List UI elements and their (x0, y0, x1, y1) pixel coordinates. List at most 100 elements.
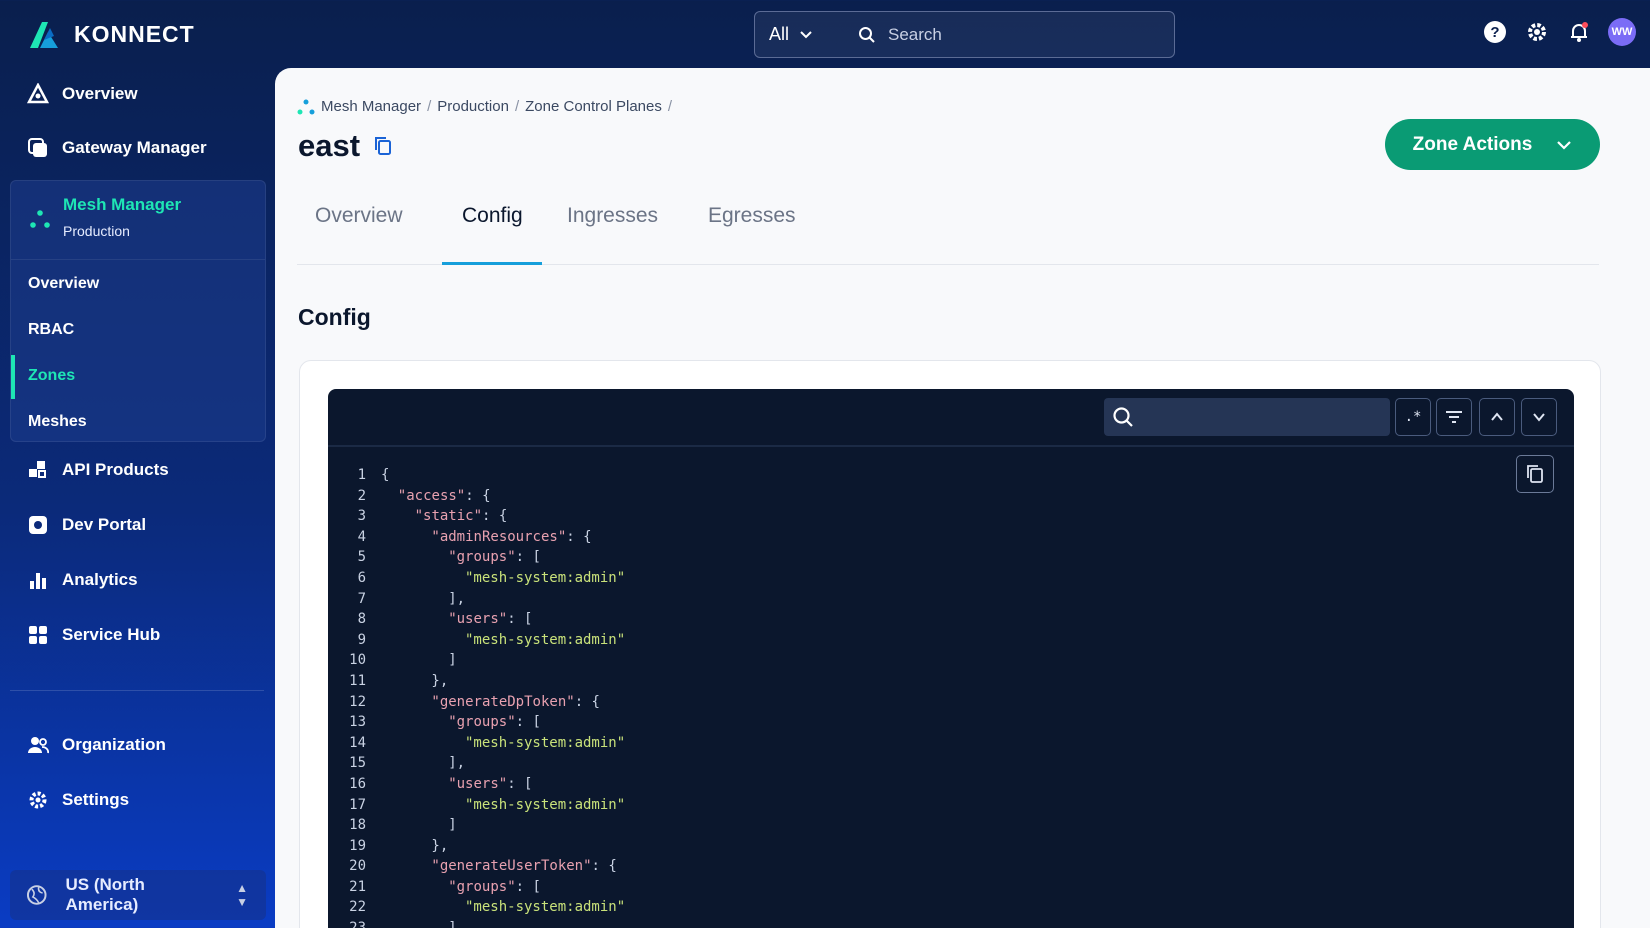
region-selector[interactable]: US (North America) ▲ ▼ (10, 870, 266, 920)
sidebar-item-organization[interactable]: Organization (26, 733, 166, 757)
code-line: 7], (328, 589, 1574, 610)
json-punctuation: : [ (515, 878, 541, 895)
line-content: "mesh-system:admin" (465, 733, 625, 754)
line-content: "mesh-system:admin" (465, 568, 625, 589)
breadcrumb: Mesh Manager / Production / Zone Control… (297, 98, 672, 115)
line-content: "generateUserToken": { (431, 856, 616, 877)
json-punctuation: : [ (515, 549, 541, 566)
line-number: 12 (349, 693, 366, 710)
code-line: 19}, (328, 836, 1574, 857)
sidebar-item-api-products[interactable]: API Products (26, 458, 169, 482)
copy-icon[interactable] (374, 136, 392, 156)
search-placeholder: Search (888, 24, 942, 44)
json-punctuation: ], (448, 920, 465, 928)
breadcrumb-item-production[interactable]: Production (437, 98, 509, 115)
code-search-input[interactable] (1104, 398, 1390, 436)
line-number: 17 (349, 796, 366, 813)
search-scope-select[interactable]: All (755, 24, 850, 45)
sidebar-item-dev-portal[interactable]: Dev Portal (26, 513, 146, 537)
sidebar-item-gateway-manager[interactable]: Gateway Manager (26, 136, 207, 160)
tab-ingresses[interactable]: Ingresses (567, 204, 658, 228)
json-punctuation: ] (448, 817, 457, 834)
konnect-logo[interactable]: KONNECT (26, 18, 195, 50)
line-content: ] (448, 815, 456, 836)
submenu-item-overview[interactable]: Overview (28, 275, 99, 293)
search-icon (1113, 407, 1133, 427)
json-punctuation: }, (431, 672, 449, 689)
sidebar-item-overview[interactable]: Overview (26, 82, 138, 106)
sidebar-item-label: Gateway Manager (62, 138, 207, 157)
gear-icon[interactable] (1524, 19, 1550, 45)
sidebar-item-analytics[interactable]: Analytics (26, 568, 138, 592)
global-search[interactable]: All Search (754, 11, 1175, 58)
sidebar-item-settings[interactable]: Settings (26, 788, 129, 812)
json-string: "mesh-system:admin" (465, 796, 626, 813)
sidebar-item-mesh-manager[interactable]: Mesh Manager Production (29, 195, 181, 239)
sidebar: Overview Gateway Manager Mesh Manager Pr… (0, 68, 275, 928)
json-key: "generateUserToken" (431, 858, 592, 875)
help-icon[interactable]: ? (1482, 19, 1508, 45)
code-line: 5 "groups": [ (328, 547, 1574, 568)
code-line: 15], (328, 753, 1574, 774)
submenu-item-meshes[interactable]: Meshes (28, 413, 87, 431)
konnect-logo-icon (30, 22, 58, 48)
code-line: 23], (328, 918, 1574, 928)
code-line: 11}, (328, 671, 1574, 692)
line-content: ] (448, 650, 456, 671)
line-number: 15 (349, 755, 366, 772)
line-content: { (381, 465, 389, 486)
line-number: 4 (357, 528, 366, 545)
regex-toggle-button[interactable]: .* (1395, 398, 1431, 436)
line-number: 20 (349, 858, 366, 875)
next-match-button[interactable] (1521, 398, 1557, 436)
dev-portal-icon (26, 513, 50, 537)
active-indicator (11, 355, 15, 399)
line-number: 7 (357, 590, 366, 607)
mesh-manager-title: Mesh Manager (63, 195, 182, 214)
json-punctuation: : { (465, 487, 491, 504)
tab-config[interactable]: Config (462, 204, 523, 228)
json-punctuation: ], (448, 590, 466, 607)
breadcrumb-separator: / (514, 98, 520, 115)
submenu-item-zones[interactable]: Zones (28, 367, 75, 385)
previous-match-button[interactable] (1479, 398, 1515, 436)
line-number: 11 (349, 672, 366, 689)
region-label: US (North America) (65, 875, 145, 914)
tab-egresses[interactable]: Egresses (708, 204, 796, 228)
line-number: 5 (357, 549, 366, 566)
breadcrumb-item-zone-control-planes[interactable]: Zone Control Planes (525, 98, 662, 115)
filter-button[interactable] (1436, 398, 1472, 436)
chevron-down-icon (1533, 413, 1545, 422)
code-editor[interactable]: .* 1{2 "access": {3 "static": {4 "adminReso… (328, 389, 1574, 928)
submenu-item-rbac[interactable]: RBAC (28, 321, 74, 339)
line-content: }, (431, 671, 448, 692)
zone-actions-button[interactable]: Zone Actions (1385, 119, 1600, 170)
code-line: 4 "adminResources": { (328, 527, 1574, 548)
line-number: 23 (328, 918, 366, 928)
code-content[interactable]: 1{2 "access": {3 "static": {4 "adminResourc… (328, 465, 1574, 928)
chevron-down-icon (1557, 140, 1572, 150)
json-string: "mesh-system:admin" (465, 631, 626, 648)
chevron-down-icon (800, 30, 812, 38)
line-content: "access": { (398, 486, 491, 507)
line-number: 22 (349, 899, 366, 916)
json-key: "users" (448, 611, 508, 628)
sidebar-item-service-hub[interactable]: Service Hub (26, 623, 160, 647)
bell-icon[interactable] (1566, 19, 1592, 45)
line-content: "mesh-system:admin" (465, 897, 625, 918)
line-content: ], (448, 589, 465, 610)
code-line: 9 "mesh-system:admin" (328, 630, 1574, 651)
line-number: 18 (349, 817, 366, 834)
json-punctuation: : { (591, 858, 617, 875)
code-line: 21 "groups": [ (328, 877, 1574, 898)
search-input[interactable]: Search (850, 25, 942, 45)
avatar[interactable]: WW (1608, 18, 1636, 46)
json-punctuation: ], (448, 755, 466, 772)
line-number: 16 (349, 775, 366, 792)
tab-overview[interactable]: Overview (315, 204, 403, 228)
line-number: 3 (357, 508, 366, 525)
chevron-up-down-icon: ▲ ▼ (236, 881, 248, 909)
line-number: 13 (349, 714, 366, 731)
breadcrumb-item-mesh-manager[interactable]: Mesh Manager (321, 98, 421, 115)
line-number: 21 (349, 878, 366, 895)
